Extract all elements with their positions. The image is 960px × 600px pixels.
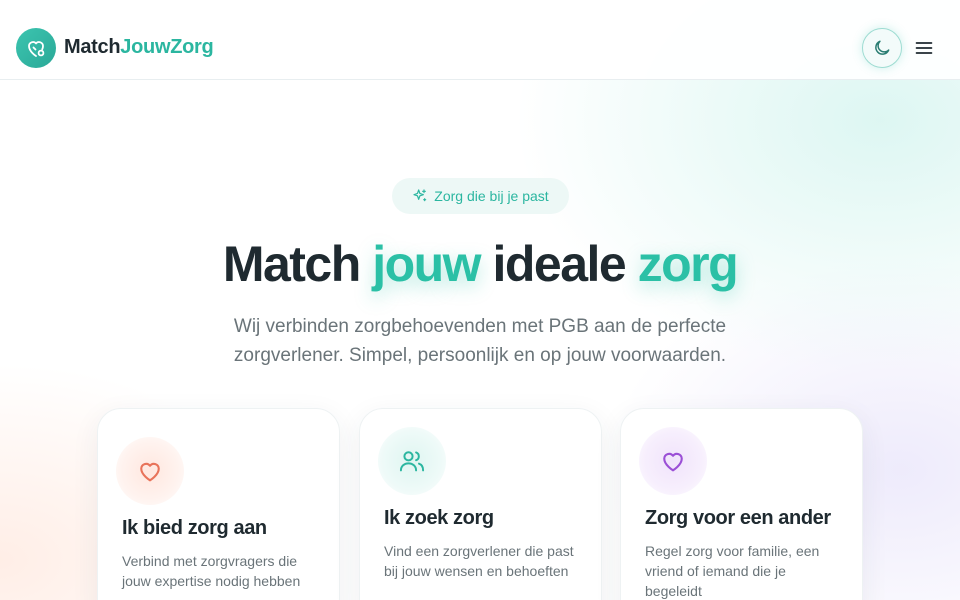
card-description: Vind een zorgverlener die past bij jouw … [384,543,574,579]
users-icon [398,447,426,475]
card-description: Regel zorg voor familie, een vriend of i… [645,543,820,599]
card-icon-wrap [378,427,446,495]
card-title: Ik zoek zorg [384,507,494,529]
card-care-for-other[interactable]: Zorg voor een ander Regel zorg voor fami… [620,408,863,600]
logo-text-jouwzorg: JouwZorg [120,36,214,58]
card-title: Zorg voor een ander [645,507,831,529]
hero-badge: Zorg die bij je past [392,178,569,214]
hero-subtitle: Wij verbinden zorgbehoevenden met PGB aa… [233,316,727,366]
hamburger-menu-icon [914,38,934,58]
hero-title-word: ideale [492,236,626,292]
hero-title-accent-word: jouw [372,236,481,292]
hero-title-accent-word: zorg [637,236,739,292]
card-offer-care[interactable]: Ik bied zorg aan Verbind met zorgvragers… [97,408,340,600]
hero-title: Match jouw ideale zorg [0,234,960,294]
heart-icon [659,447,687,475]
hero-badge-label: Zorg die bij je past [434,188,549,204]
theme-toggle-button[interactable] [862,28,902,68]
moon-icon [872,38,892,58]
card-icon-wrap [639,427,707,495]
card-seek-care[interactable]: Ik zoek zorg Vind een zorgverlener die p… [359,408,602,600]
card-title: Ik bied zorg aan [122,517,267,539]
sparkles-icon [412,188,428,204]
logo-wordmark[interactable]: MatchJouwZorg [64,36,214,59]
card-description: Verbind met zorgvragers die jouw experti… [122,553,301,589]
heart-icon [136,457,164,485]
site-header: MatchJouwZorg [0,0,960,80]
logo-text-match: Match [64,36,121,58]
menu-button[interactable] [912,36,936,60]
logo-heart-icon[interactable] [16,28,56,68]
card-icon-wrap [116,437,184,505]
hero-title-word: Match [222,236,361,292]
